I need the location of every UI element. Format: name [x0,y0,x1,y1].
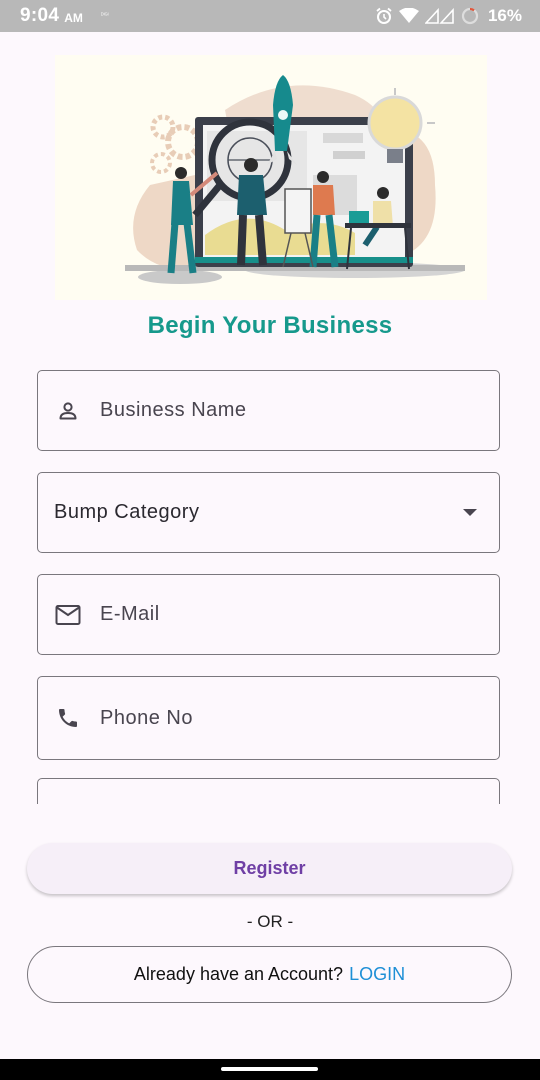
battery-percent: 16% [487,6,522,25]
business-name-label: Business Name [100,399,247,421]
category-label: Bump Category [54,501,200,523]
next-field-partial[interactable] [37,778,500,804]
signal-icon [424,8,454,24]
phone-label: Phone No [100,706,193,729]
status-time: 9:04 [20,5,60,26]
hero-illustration [55,55,487,300]
status-icons: 16% [375,6,522,26]
status-bar: 9:04 AM ᴰᴵᴳᴵ 16% [0,0,540,32]
business-name-field[interactable]: Business Name [37,370,500,451]
navigation-bar [0,1059,540,1080]
email-field[interactable]: E-Mail [37,574,500,655]
person-icon [54,397,82,425]
status-ampm: AM [64,10,83,25]
or-separator: - OR - [246,912,294,931]
phone-icon [54,704,82,732]
wifi-icon [398,8,419,23]
registration-form[interactable]: Business Name Bump Category E-Mail Phone… [0,360,540,804]
category-dropdown[interactable]: Bump Category [37,472,500,553]
phone-field[interactable]: Phone No [37,676,500,760]
home-gesture-handle[interactable] [221,1067,318,1071]
login-link[interactable]: LOGIN [349,964,405,985]
email-label: E-Mail [100,603,160,625]
login-button[interactable]: Already have an Account? LOGIN [27,946,512,1003]
account-prompt: Already have an Account? [133,964,344,984]
business-team-illustration [125,75,465,284]
alarm-icon [376,7,392,24]
dropdown-arrow-icon [463,504,477,522]
register-button[interactable]: Register [27,843,512,894]
status-notification-text: ᴰᴵᴳᴵ [100,13,109,19]
battery-icon [461,7,479,25]
page-title: Begin Your Business [147,312,393,339]
mail-icon [54,601,82,629]
